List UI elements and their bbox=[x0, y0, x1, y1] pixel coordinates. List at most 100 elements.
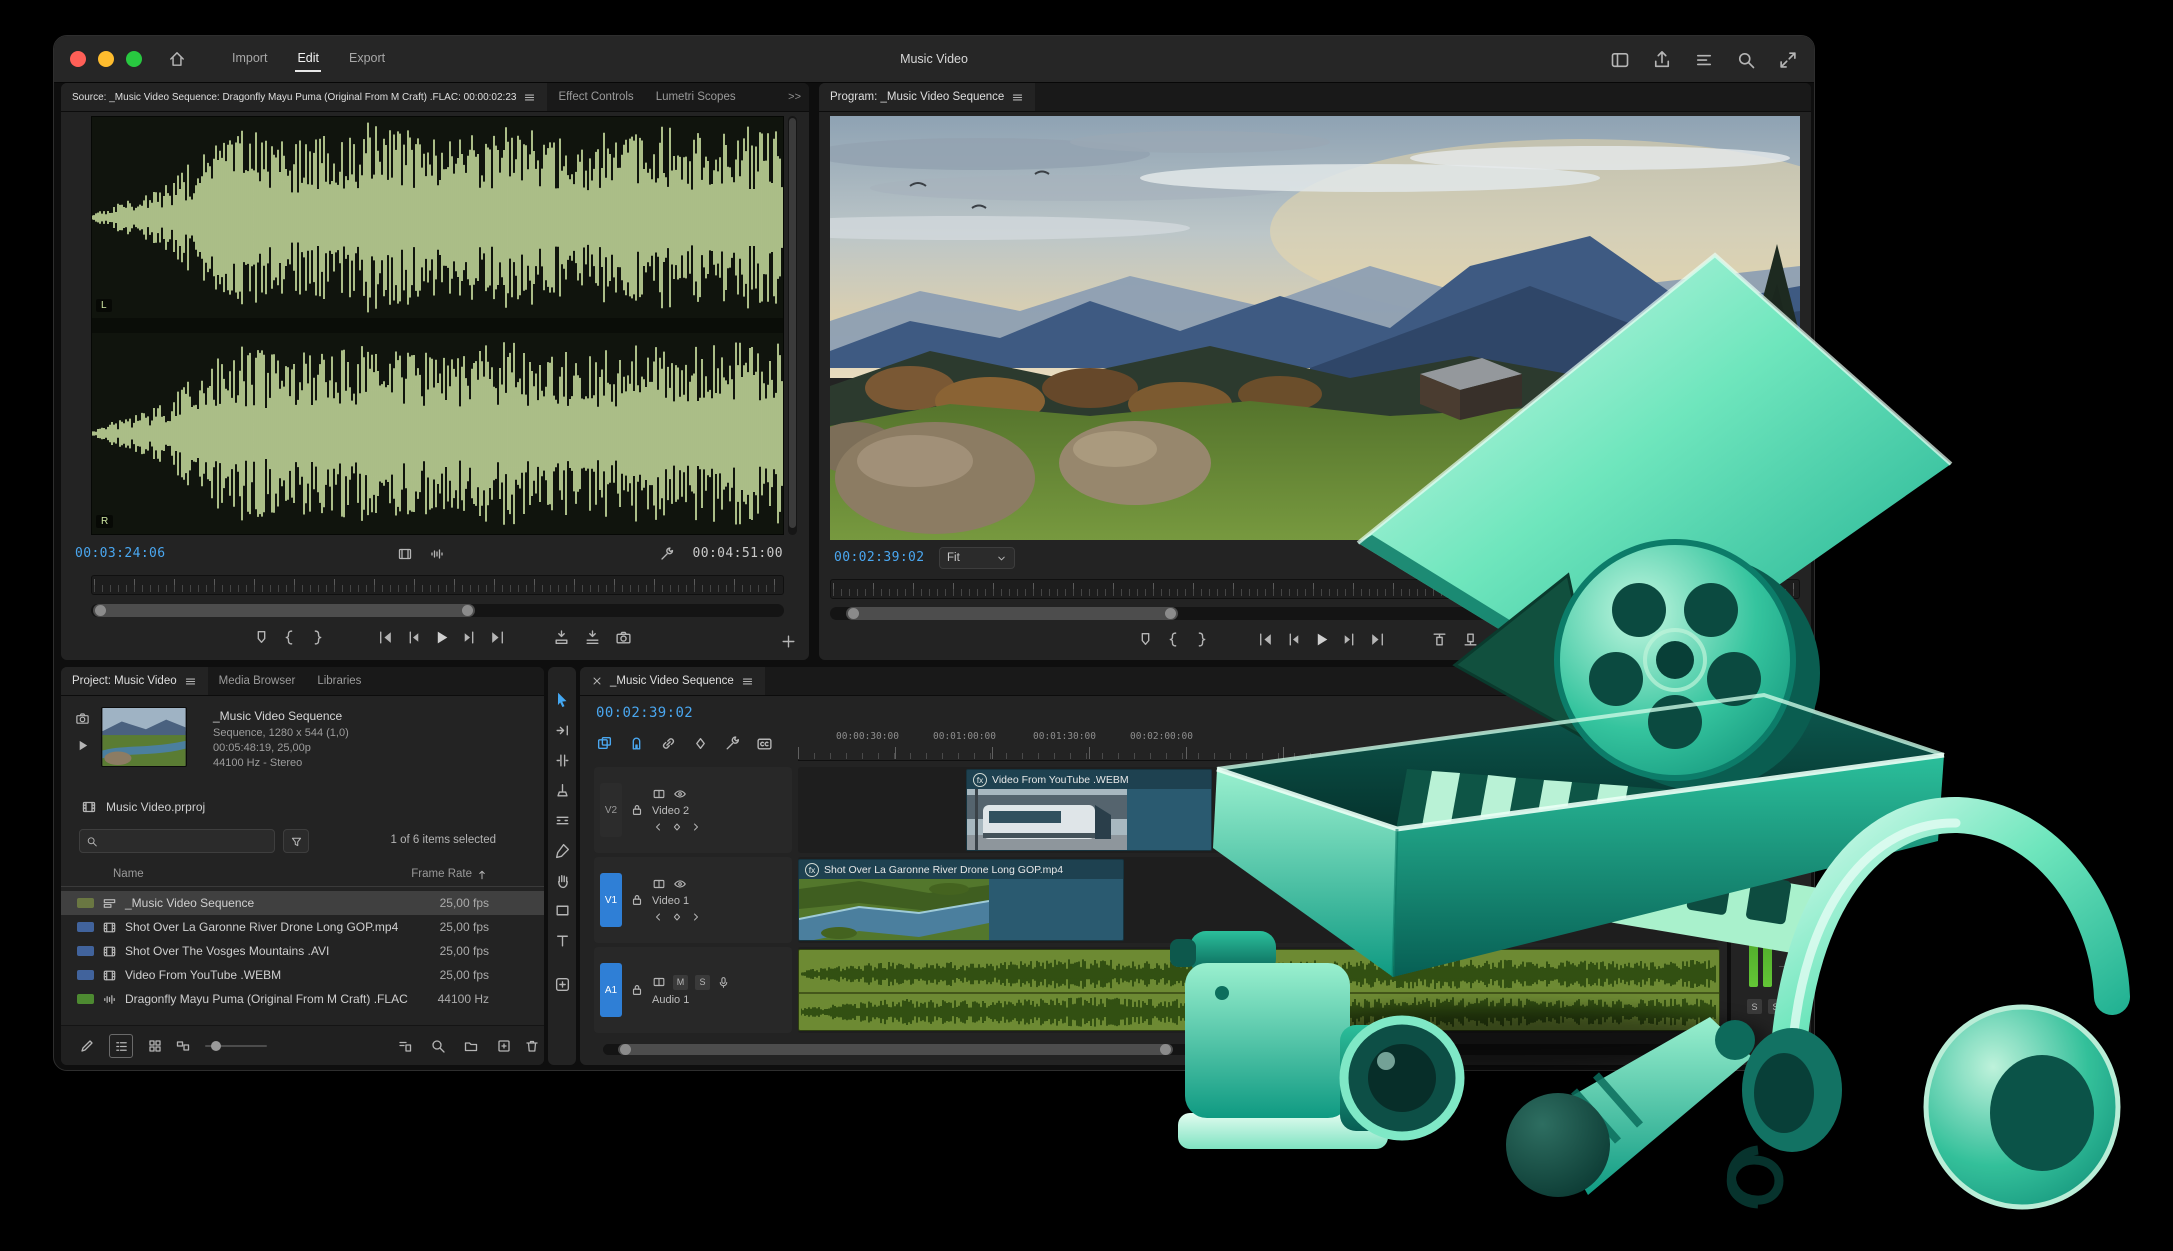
go-to-out-icon[interactable] bbox=[489, 629, 506, 646]
panels-icon[interactable] bbox=[1610, 50, 1630, 70]
tab-effect-controls[interactable]: Effect Controls bbox=[547, 83, 644, 111]
ripple-edit-tool[interactable] bbox=[548, 745, 576, 775]
go-to-in-icon[interactable] bbox=[377, 629, 394, 646]
bin-item-row[interactable]: _Music Video Sequence 25,00 fps bbox=[61, 891, 544, 915]
panel-menu-icon[interactable] bbox=[184, 675, 197, 688]
new-bin-icon[interactable] bbox=[463, 1038, 479, 1054]
source-time-ruler[interactable] bbox=[91, 575, 784, 595]
hand-tool[interactable] bbox=[548, 865, 576, 895]
zoom-handle-left[interactable] bbox=[848, 608, 859, 619]
column-frame-rate[interactable]: Frame Rate bbox=[411, 868, 472, 880]
fx-badge[interactable]: fx bbox=[805, 863, 819, 877]
mark-in-icon[interactable] bbox=[281, 629, 298, 646]
source-patch-v1[interactable]: V1 bbox=[600, 873, 622, 927]
fullscreen-icon[interactable] bbox=[1778, 50, 1798, 70]
export-frame-icon[interactable] bbox=[615, 629, 632, 646]
pen-tool[interactable] bbox=[548, 835, 576, 865]
mark-out-icon[interactable] bbox=[309, 629, 326, 646]
captions-icon[interactable] bbox=[756, 735, 773, 752]
panel-menu-icon[interactable] bbox=[1011, 91, 1024, 104]
tab-libraries[interactable]: Libraries bbox=[306, 667, 372, 695]
snap-magnet-icon[interactable] bbox=[628, 735, 645, 752]
program-timecode[interactable]: 00:02:39:02 bbox=[834, 550, 925, 565]
add-marker-icon[interactable] bbox=[253, 629, 270, 646]
preview-thumbnail[interactable] bbox=[101, 707, 187, 767]
tab-export[interactable]: Export bbox=[347, 46, 387, 72]
zoom-slider[interactable] bbox=[205, 1045, 267, 1047]
freeform-view-icon[interactable] bbox=[175, 1038, 191, 1054]
add-marker-icon[interactable] bbox=[692, 735, 709, 752]
label-color-chip[interactable] bbox=[77, 922, 94, 932]
timeline-clip-v1[interactable]: fx Shot Over La Garonne River Drone Long… bbox=[798, 859, 1124, 941]
tab-lumetri-scopes[interactable]: Lumetri Scopes bbox=[645, 83, 747, 111]
prev-keyframe-icon[interactable] bbox=[652, 911, 664, 923]
add-marker-icon[interactable] bbox=[1137, 631, 1154, 648]
nest-toggle-icon[interactable] bbox=[596, 735, 613, 752]
source-patch-a1[interactable]: A1 bbox=[600, 963, 622, 1017]
list-view-button[interactable] bbox=[109, 1034, 133, 1058]
delete-icon[interactable] bbox=[524, 1038, 540, 1054]
settings-wrench-icon[interactable] bbox=[659, 546, 675, 562]
workspaces-icon[interactable] bbox=[1694, 50, 1714, 70]
panel-menu-icon[interactable] bbox=[741, 675, 754, 688]
sort-ascending-icon[interactable] bbox=[476, 869, 488, 881]
fx-badge[interactable]: fx bbox=[973, 773, 987, 787]
zoom-handle-left[interactable] bbox=[95, 605, 106, 616]
preview-play-icon[interactable] bbox=[75, 738, 90, 753]
track-header-v2[interactable]: V2 Video 2 bbox=[594, 767, 792, 853]
search-box[interactable] bbox=[79, 829, 275, 853]
close-icon[interactable] bbox=[591, 675, 603, 687]
track-target-v2[interactable]: V2 bbox=[600, 783, 622, 837]
play-icon[interactable] bbox=[433, 629, 450, 646]
tab-timeline-sequence[interactable]: _Music Video Sequence bbox=[580, 667, 765, 695]
track-output-icon[interactable] bbox=[652, 787, 666, 801]
eye-icon[interactable] bbox=[673, 877, 687, 891]
lock-icon[interactable] bbox=[630, 983, 644, 997]
lock-icon[interactable] bbox=[630, 893, 644, 907]
voiceover-mic-icon[interactable] bbox=[717, 976, 730, 989]
type-tool[interactable] bbox=[548, 925, 576, 955]
zoom-slider-handle[interactable] bbox=[211, 1041, 221, 1051]
waveform-vertical-scrollbar[interactable] bbox=[788, 116, 797, 535]
find-icon[interactable] bbox=[430, 1038, 446, 1054]
prev-keyframe-icon[interactable] bbox=[652, 821, 664, 833]
add-tool-button[interactable] bbox=[548, 969, 576, 999]
step-back-icon[interactable] bbox=[405, 629, 422, 646]
selection-tool[interactable] bbox=[548, 685, 576, 715]
razor-tool[interactable] bbox=[548, 775, 576, 805]
home-icon[interactable] bbox=[168, 50, 186, 68]
timeline-zoom-handle-left[interactable] bbox=[620, 1044, 631, 1055]
slip-tool[interactable] bbox=[548, 805, 576, 835]
project-bin-row[interactable]: Music Video.prproj bbox=[81, 799, 205, 815]
tab-edit[interactable]: Edit bbox=[295, 46, 321, 72]
label-color-chip[interactable] bbox=[77, 994, 94, 1004]
label-color-chip[interactable] bbox=[77, 898, 94, 908]
bin-item-row[interactable]: Shot Over La Garonne River Drone Long GO… bbox=[61, 915, 544, 939]
bin-item-row[interactable]: Video From YouTube .WEBM 25,00 fps bbox=[61, 963, 544, 987]
zoom-button[interactable] bbox=[126, 51, 142, 67]
icon-view-icon[interactable] bbox=[147, 1038, 163, 1054]
panel-menu-icon[interactable] bbox=[523, 91, 536, 104]
drag-video-icon[interactable] bbox=[397, 546, 413, 562]
label-color-chip[interactable] bbox=[77, 970, 94, 980]
eye-icon[interactable] bbox=[673, 787, 687, 801]
add-keyframe-icon[interactable] bbox=[671, 821, 683, 833]
tab-import[interactable]: Import bbox=[230, 46, 269, 72]
tab-project[interactable]: Project: Music Video bbox=[61, 667, 208, 695]
source-zoom-scrollbar[interactable] bbox=[91, 604, 784, 617]
lock-icon[interactable] bbox=[630, 803, 644, 817]
button-editor-icon[interactable] bbox=[780, 633, 797, 650]
close-button[interactable] bbox=[70, 51, 86, 67]
add-keyframe-icon[interactable] bbox=[671, 911, 683, 923]
mute-button[interactable]: M bbox=[673, 975, 688, 990]
track-output-icon[interactable] bbox=[652, 877, 666, 891]
create-search-bin-button[interactable] bbox=[283, 829, 309, 853]
step-forward-icon[interactable] bbox=[461, 629, 478, 646]
solo-button[interactable]: S bbox=[695, 975, 710, 990]
search-input[interactable] bbox=[103, 834, 268, 848]
tab-overflow-button[interactable]: >> bbox=[780, 83, 809, 111]
overwrite-icon[interactable] bbox=[584, 629, 601, 646]
writable-toggle-icon[interactable] bbox=[79, 1038, 95, 1054]
zoom-level-select[interactable]: Fit bbox=[939, 547, 1015, 569]
source-waveform-view[interactable]: L R bbox=[91, 116, 784, 535]
